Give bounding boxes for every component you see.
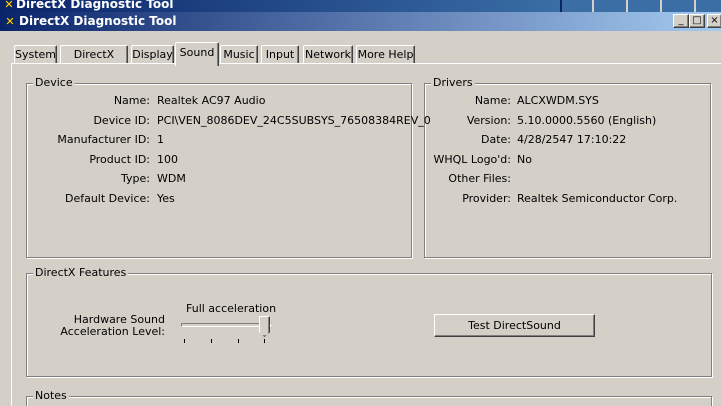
slider-tick [211, 339, 212, 343]
background-window-controls [562, 0, 721, 12]
default-device-value: Yes [157, 192, 175, 205]
close-button[interactable]: × [707, 14, 721, 28]
maximize-icon: □ [692, 15, 702, 26]
other-files-label: Other Files: [448, 172, 511, 185]
device-name-value: Realtek AC97 Audio [157, 94, 266, 107]
driver-version-value: 5.10.0000.5560 (English) [517, 114, 657, 127]
tab-strip: System DirectX Files Display Sound Music… [0, 42, 721, 78]
whql-label: WHQL Logo'd: [433, 153, 511, 166]
tab-display[interactable]: Display [131, 45, 174, 64]
device-name-label: Name: [113, 94, 150, 107]
notes-groupbox: Notes [26, 389, 712, 406]
background-window-titlebar: ✕ DirectX Diagnostic Tool [0, 0, 721, 12]
hw-accel-label-line2: Acceleration Level: [60, 325, 165, 338]
type-label: Type: [121, 172, 150, 185]
drivers-groupbox: Drivers [424, 76, 711, 258]
directx-features-legend: DirectX Features [33, 266, 129, 280]
directx-x-icon: ✕ [4, 0, 14, 11]
slider-tick [238, 339, 239, 343]
whql-value: No [517, 153, 532, 166]
close-icon: × [710, 15, 719, 26]
driver-version-label: Version: [466, 114, 511, 127]
tab-music[interactable]: Music [220, 45, 258, 64]
window-titlebar[interactable]: ✕ DirectX Diagnostic Tool _ □ × [0, 12, 721, 31]
driver-date-label: Date: [481, 133, 511, 146]
driver-name-value: ALCXWDM.SYS [517, 94, 599, 107]
tab-network[interactable]: Network [303, 45, 353, 64]
minimize-icon: _ [678, 15, 684, 26]
window-title: DirectX Diagnostic Tool [19, 14, 177, 28]
tab-system[interactable]: System [14, 45, 57, 64]
accel-level-text: Full acceleration [186, 302, 277, 315]
accel-slider-track[interactable] [181, 323, 271, 327]
manufacturer-id-value: 1 [157, 133, 164, 146]
tab-sound[interactable]: Sound [175, 42, 219, 66]
default-device-label: Default Device: [64, 192, 150, 205]
product-id-value: 100 [157, 153, 178, 166]
maximize-button[interactable]: □ [689, 14, 705, 28]
drivers-legend: Drivers [431, 76, 475, 90]
device-legend: Device [33, 76, 75, 90]
product-id-label: Product ID: [89, 153, 150, 166]
slider-tick [184, 339, 185, 343]
directx-x-icon: ✕ [5, 15, 15, 28]
background-window-title: ✕ DirectX Diagnostic Tool [0, 0, 560, 12]
tab-input[interactable]: Input [261, 45, 299, 64]
slider-tick [264, 339, 265, 343]
notes-legend: Notes [33, 389, 69, 403]
device-id-value: PCI\VEN_8086DEV_24C5SUBSYS_76508384REV_0 [157, 114, 431, 127]
type-value: WDM [157, 172, 186, 185]
provider-value: Realtek Semiconductor Corp. [517, 192, 678, 205]
device-groupbox: Device [26, 76, 412, 258]
device-id-label: Device ID: [93, 114, 150, 127]
driver-name-label: Name: [474, 94, 511, 107]
tab-more-help[interactable]: More Help [356, 45, 415, 64]
manufacturer-id-label: Manufacturer ID: [57, 133, 150, 146]
test-directsound-button[interactable]: Test DirectSound [434, 314, 595, 337]
driver-date-value: 4/28/2547 17:10:22 [517, 133, 627, 146]
minimize-button[interactable]: _ [673, 14, 689, 28]
provider-label: Provider: [462, 192, 511, 205]
tab-directx-files[interactable]: DirectX Files [60, 45, 128, 78]
